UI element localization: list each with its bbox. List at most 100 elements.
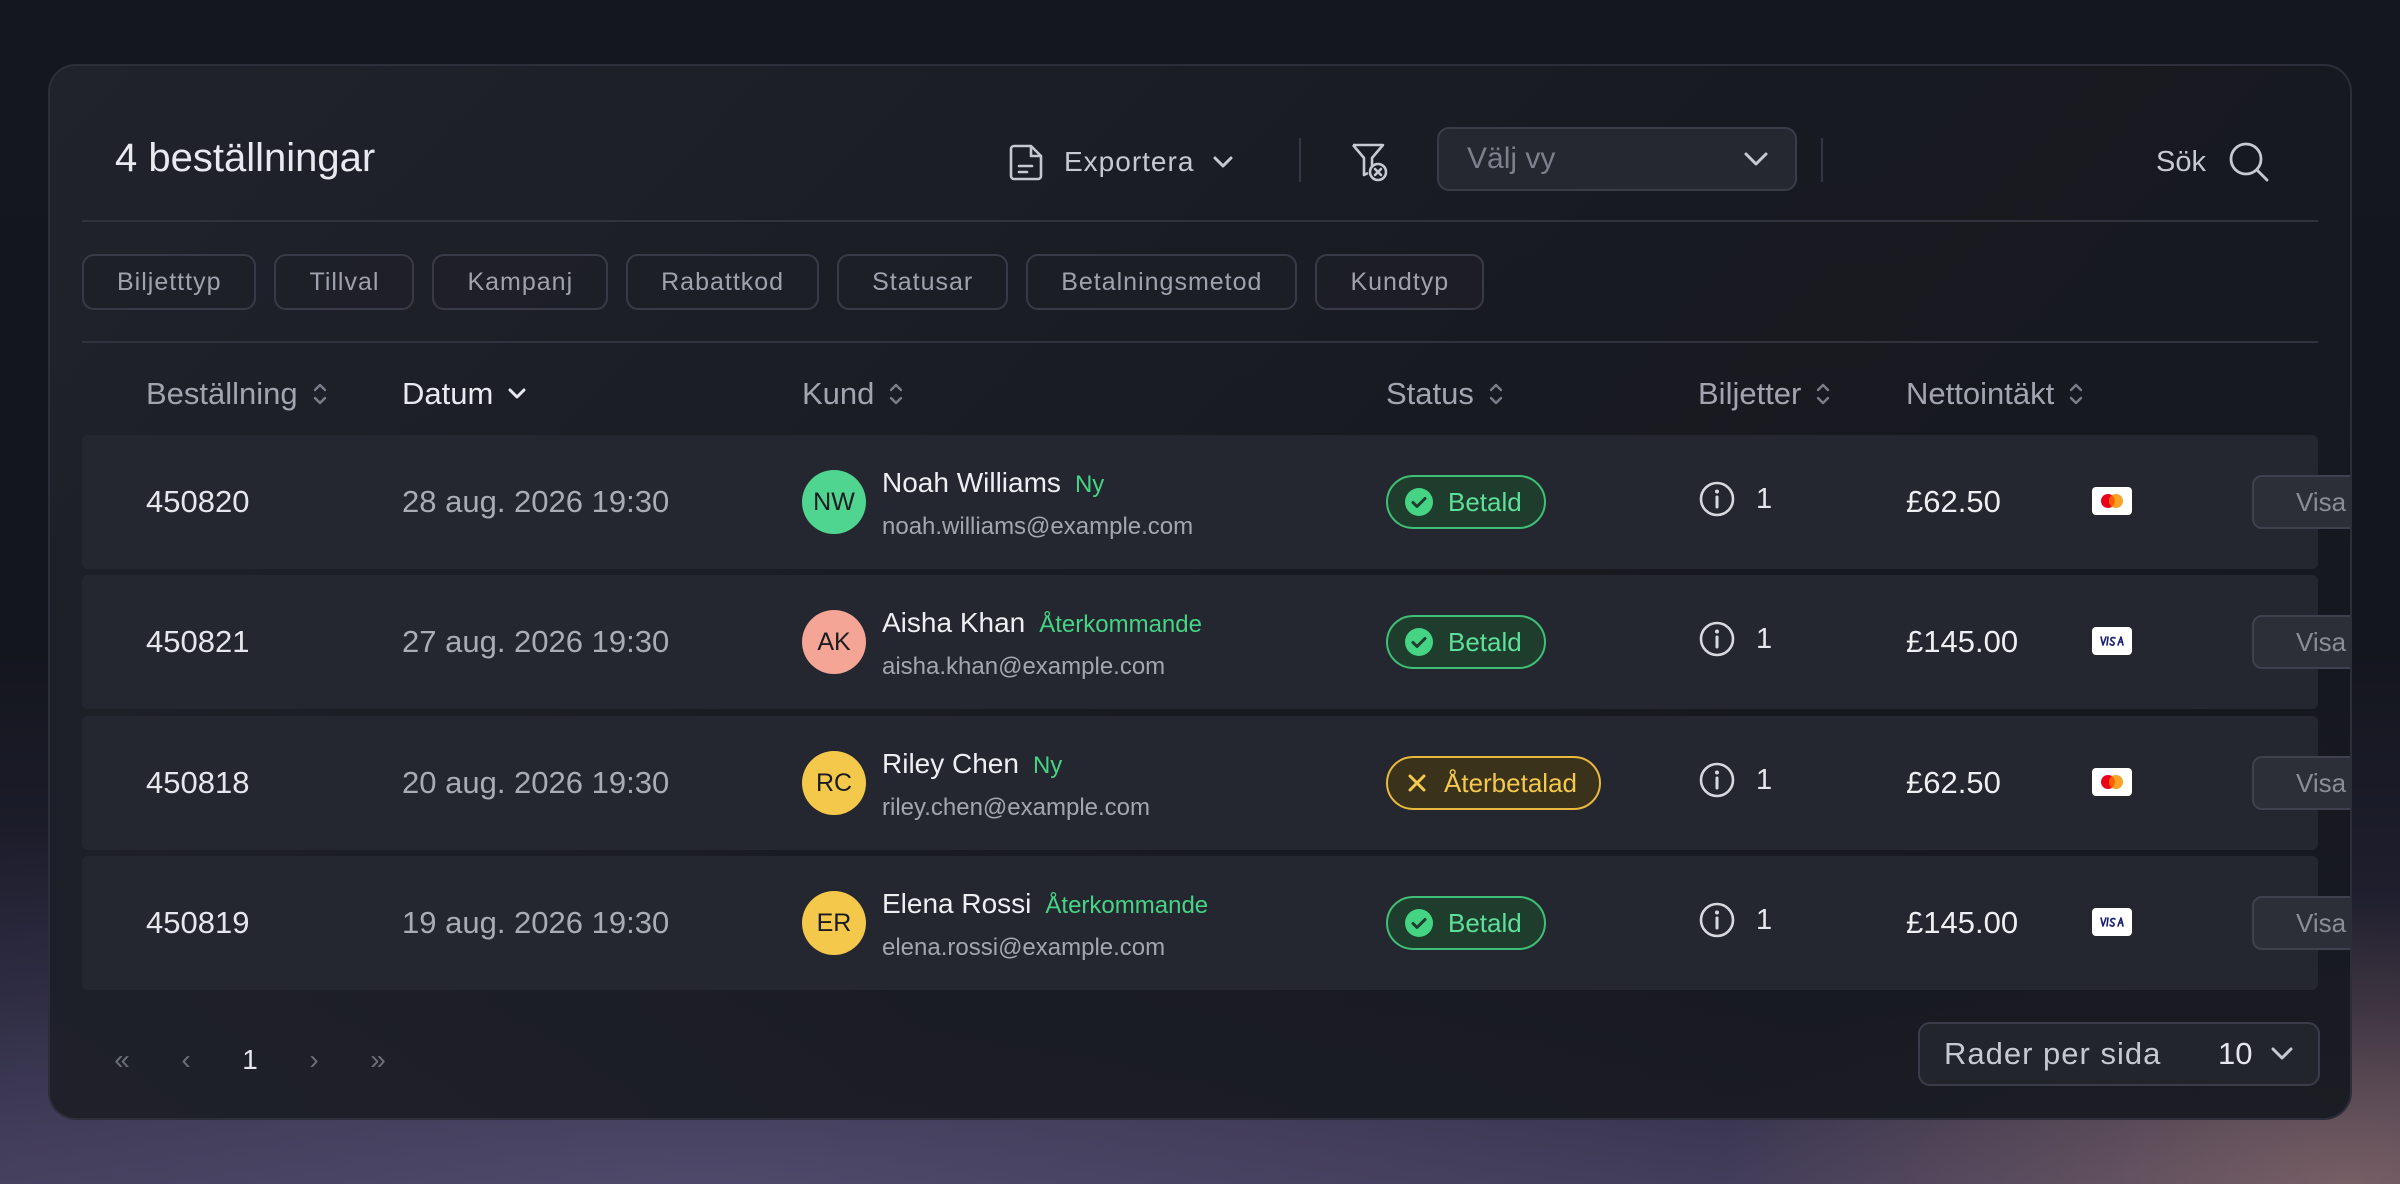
net-revenue: £62.50 <box>1906 765 2001 800</box>
filter-chip-customer-type[interactable]: Kundtyp <box>1315 254 1485 310</box>
check-circle-icon <box>1405 488 1433 516</box>
status-label: Betald <box>1448 626 1522 657</box>
status-badge: Betald <box>1386 896 1546 950</box>
customer-name-line: Noah Williams Ny <box>882 467 1104 499</box>
sort-icon <box>313 383 326 405</box>
sort-icon <box>1817 383 1830 405</box>
status-label: Betald <box>1448 907 1522 938</box>
view-order-button[interactable]: Visa <box>2252 615 2350 669</box>
customer-name-line: Elena Rossi Återkommande <box>882 888 1208 920</box>
table-row[interactable]: 450819 19 aug. 2026 19:30 ER Elena Rossi Åte… <box>82 856 2350 990</box>
customer-email: elena.rossi@example.com <box>882 934 1166 961</box>
column-header-net-revenue[interactable]: Nettointäkt <box>1906 370 2084 418</box>
header-divider <box>82 220 2318 222</box>
mastercard-logo-icon <box>2101 775 2123 789</box>
status-badge: Återbetalad <box>1386 756 1601 810</box>
pagination: « ‹ 1 › » <box>90 1036 410 1084</box>
column-header-label: Status <box>1386 376 1474 411</box>
order-number: 450818 <box>146 765 250 800</box>
customer-name-line: Riley Chen Ny <box>882 748 1062 780</box>
search-label: Sök <box>2156 145 2206 178</box>
last-page-button[interactable]: » <box>346 1044 410 1076</box>
table-row[interactable]: 450821 27 aug. 2026 19:30 AK Aisha Khan Åter… <box>82 575 2350 709</box>
orders-panel: 4 beställningar Exportera Välj vy Sök Bi… <box>48 64 2352 1120</box>
ticket-count: 1 <box>1756 903 1773 936</box>
filter-chip-campaign[interactable]: Kampanj <box>432 254 609 310</box>
column-header-status[interactable]: Status <box>1386 370 1504 418</box>
info-icon <box>1699 481 1735 517</box>
net-revenue: £145.00 <box>1906 624 2019 659</box>
filter-chip-addons[interactable]: Tillval <box>274 254 415 310</box>
current-page[interactable]: 1 <box>218 1044 282 1076</box>
customer-type-tag: Ny <box>1074 471 1105 498</box>
divider <box>1299 138 1301 182</box>
visa-logo-icon <box>2097 916 2127 928</box>
avatar: ER <box>802 891 866 955</box>
export-button[interactable]: Exportera <box>1008 138 1234 186</box>
previous-page-button[interactable]: ‹ <box>154 1044 218 1076</box>
view-order-button[interactable]: Visa <box>2252 896 2350 950</box>
column-header-tickets[interactable]: Biljetter <box>1698 370 1831 418</box>
filter-chip-payment-method[interactable]: Betalningsmetod <box>1026 254 1298 310</box>
info-icon <box>1699 762 1735 798</box>
column-header-customer[interactable]: Kund <box>802 370 904 418</box>
customer-name[interactable]: Noah Williams <box>882 467 1061 498</box>
divider <box>1821 138 1823 182</box>
filter-chip-discount-code[interactable]: Rabattkod <box>626 254 820 310</box>
info-icon <box>1699 902 1735 938</box>
next-page-button[interactable]: › <box>282 1044 346 1076</box>
filter-chip-ticket-type[interactable]: Biljetttyp <box>82 254 257 310</box>
customer-name[interactable]: Aisha Khan <box>882 607 1025 638</box>
order-date: 28 aug. 2026 19:30 <box>402 484 670 519</box>
info-icon <box>1699 621 1735 657</box>
order-date: 20 aug. 2026 19:30 <box>402 765 670 800</box>
check-circle-icon <box>1405 628 1433 656</box>
ticket-info[interactable]: 1 <box>1698 898 1772 942</box>
mastercard-icon <box>2092 487 2132 515</box>
rows-per-page-value: 10 <box>2218 1036 2253 1071</box>
view-select-placeholder: Välj vy <box>1467 142 1556 175</box>
column-header-date[interactable]: Datum <box>402 370 527 418</box>
customer-type-tag: Återkommande <box>1039 611 1202 638</box>
page-title: 4 beställningar <box>115 136 376 180</box>
sort-icon <box>1489 383 1503 405</box>
ticket-info[interactable]: 1 <box>1698 758 1772 802</box>
chevron-down-icon <box>1213 156 1233 168</box>
first-page-button[interactable]: « <box>90 1044 154 1076</box>
ticket-count: 1 <box>1756 763 1773 796</box>
column-header-label: Datum <box>402 376 494 411</box>
view-order-button[interactable]: Visa <box>2252 475 2350 529</box>
customer-email: aisha.khan@example.com <box>882 653 1166 680</box>
status-badge: Betald <box>1386 475 1546 529</box>
column-header-label: Biljetter <box>1698 376 1802 411</box>
chevron-down-icon <box>1744 152 1768 166</box>
export-label: Exportera <box>1064 146 1195 177</box>
view-select[interactable]: Välj vy <box>1437 127 1797 191</box>
ticket-info[interactable]: 1 <box>1698 617 1772 661</box>
table-row[interactable]: 450818 20 aug. 2026 19:30 RC Riley Chen Ny ri… <box>82 716 2350 850</box>
visa-logo-icon <box>2097 635 2127 647</box>
column-header-label: Beställning <box>146 376 298 411</box>
status-label: Betald <box>1448 486 1522 517</box>
customer-type-tag: Återkommande <box>1045 892 1209 919</box>
visa-card-icon <box>2092 627 2132 655</box>
filter-chip-statuses[interactable]: Statusar <box>837 254 1009 310</box>
avatar: AK <box>802 610 866 674</box>
mastercard-icon <box>2092 768 2132 796</box>
filters-divider <box>82 341 2318 343</box>
view-order-button[interactable]: Visa <box>2252 756 2350 810</box>
search-button[interactable]: Sök <box>2156 136 2270 188</box>
filter-clear-button[interactable] <box>1348 140 1392 184</box>
table-row[interactable]: 450820 28 aug. 2026 19:30 NW Noah Williams N… <box>82 435 2350 569</box>
filter-chips: Biljetttyp Tillval Kampanj Rabattkod Sta… <box>82 254 1485 310</box>
customer-name[interactable]: Elena Rossi <box>882 888 1031 919</box>
rows-per-page-select[interactable]: Rader per sida 10 <box>1918 1022 2320 1086</box>
order-number: 450821 <box>146 624 250 659</box>
ticket-info[interactable]: 1 <box>1698 477 1772 521</box>
filter-icon <box>1352 143 1388 182</box>
customer-name[interactable]: Riley Chen <box>882 748 1019 779</box>
order-number: 450820 <box>146 484 250 519</box>
net-revenue: £62.50 <box>1906 484 2001 519</box>
order-date: 27 aug. 2026 19:30 <box>402 624 670 659</box>
column-header-order[interactable]: Beställning <box>146 370 328 418</box>
